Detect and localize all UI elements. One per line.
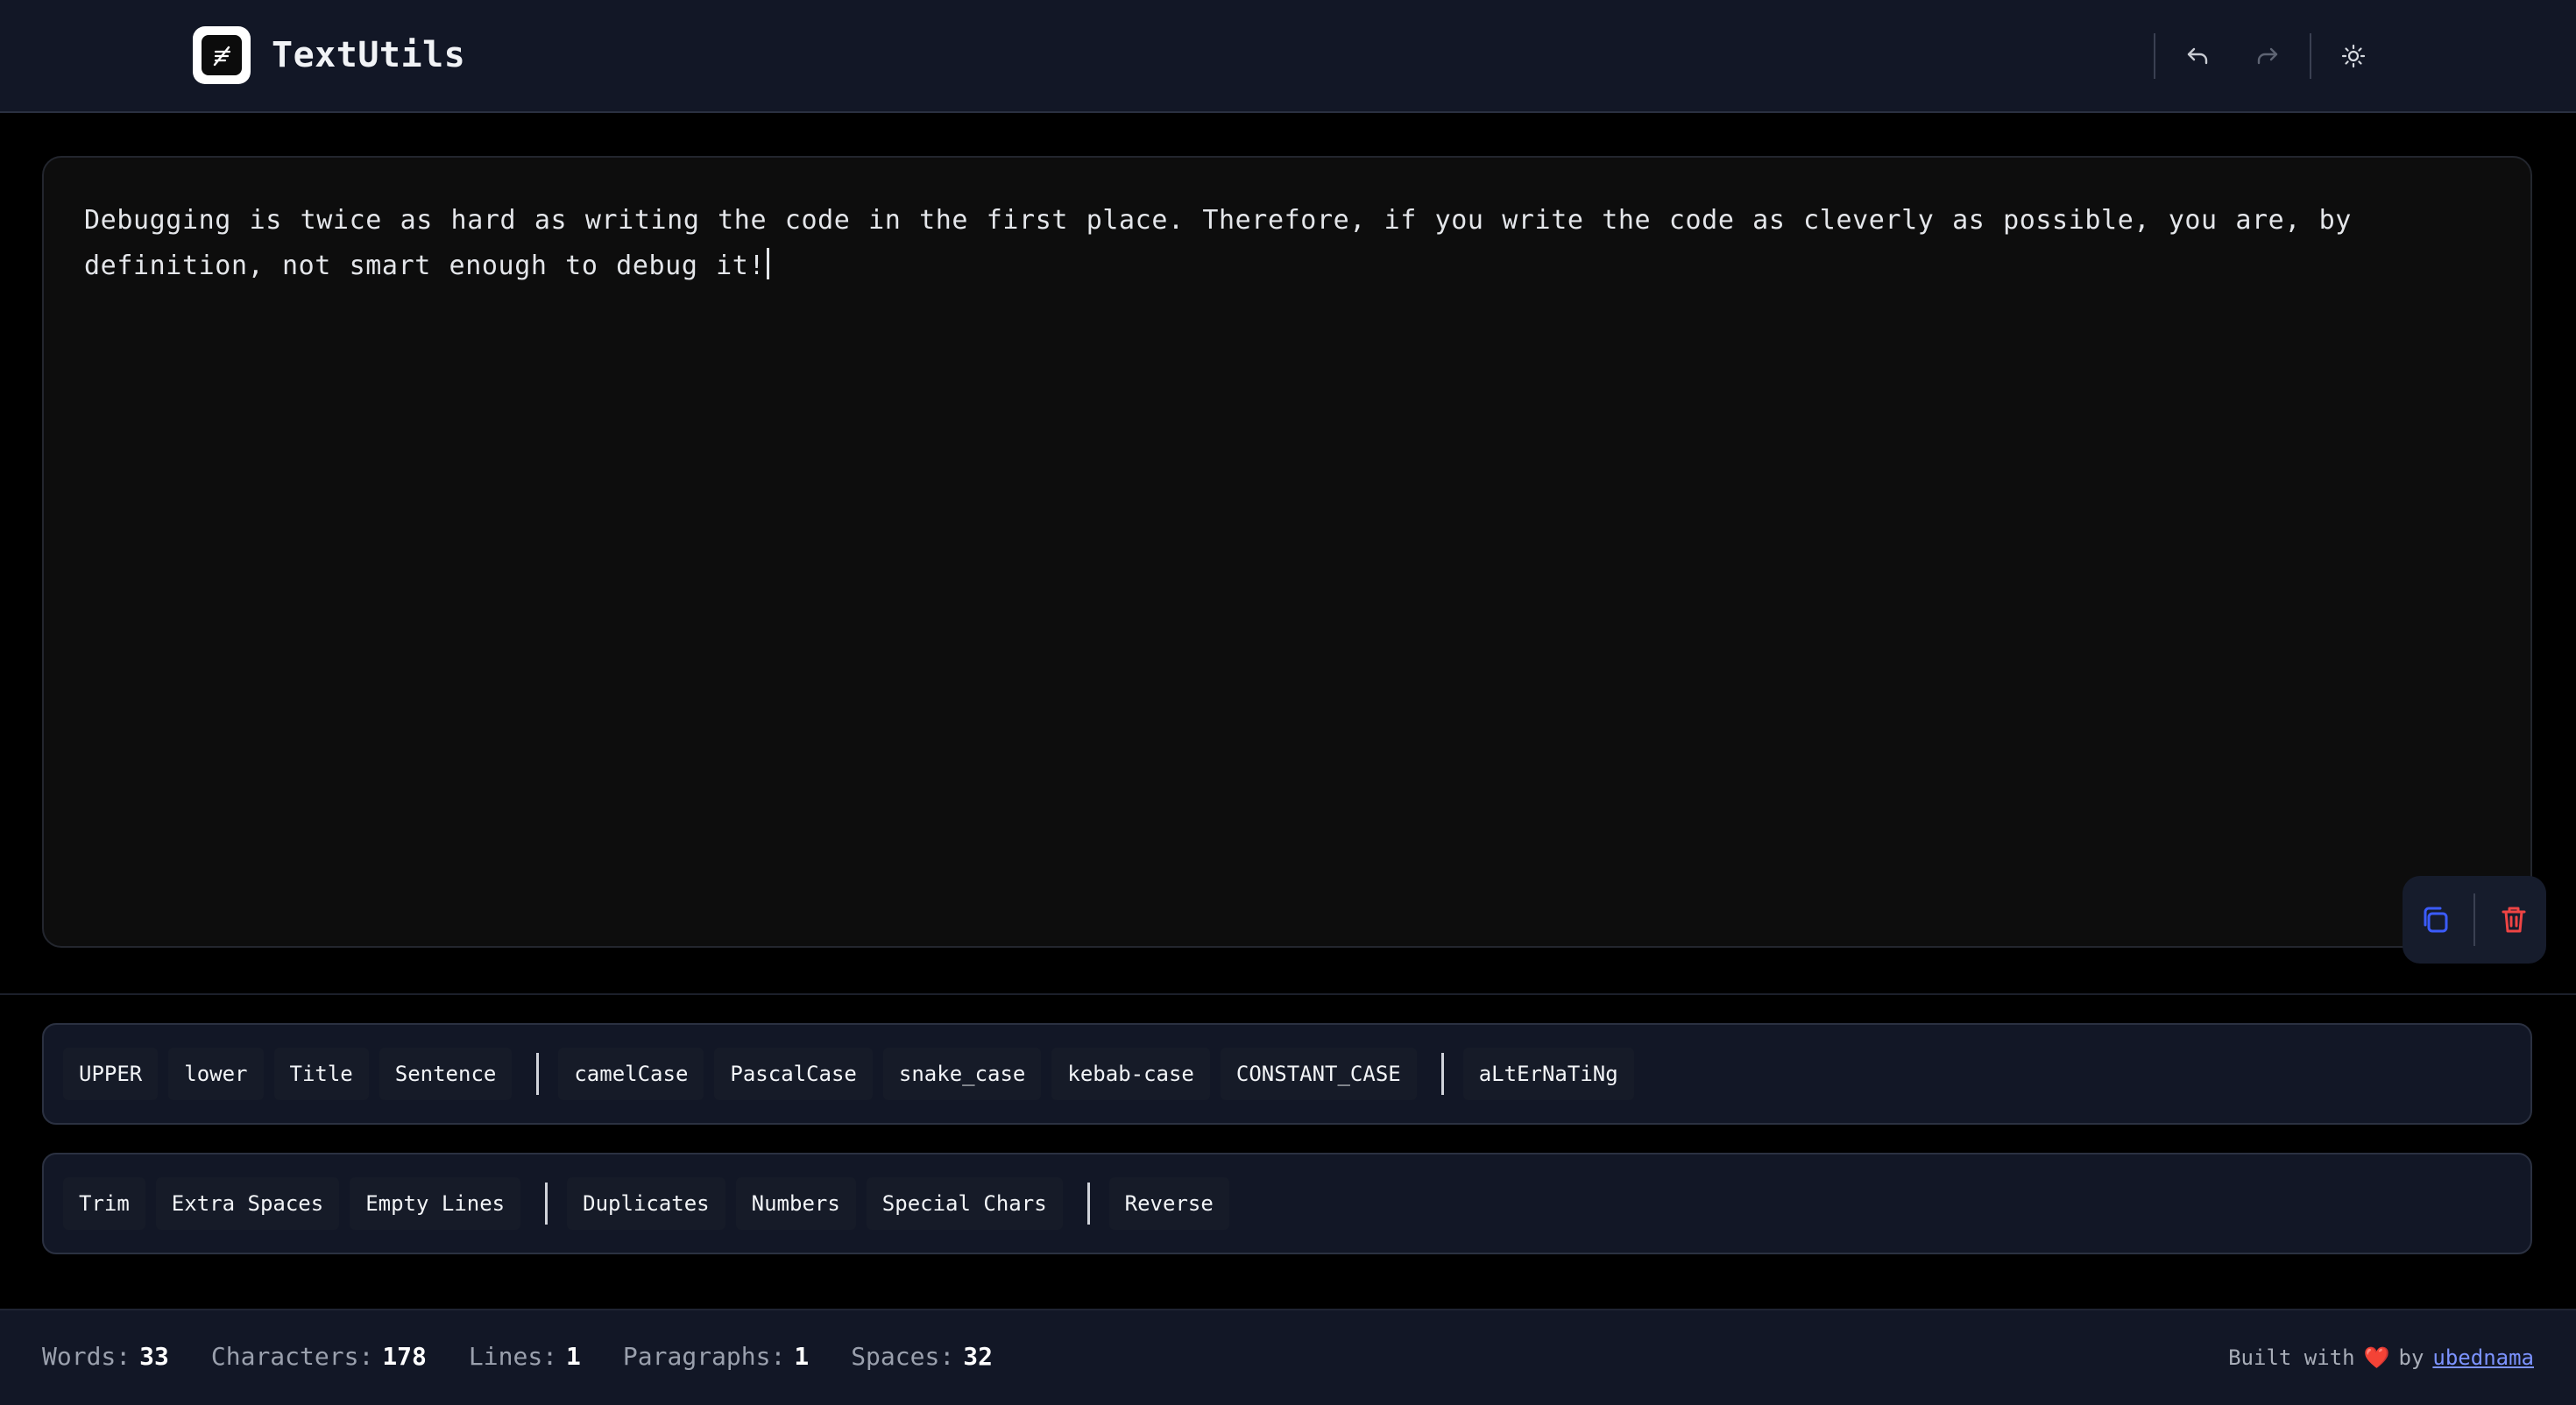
lower-case-button[interactable]: lower xyxy=(168,1048,264,1100)
snake-case-button[interactable]: snake_case xyxy=(882,1048,1042,1100)
stat-value: 178 xyxy=(382,1342,427,1371)
upper-case-button[interactable]: UPPER xyxy=(63,1048,159,1100)
undo-icon xyxy=(2187,47,2208,65)
credit-prefix: Built with xyxy=(2228,1345,2355,1370)
stat-label: Paragraphs: xyxy=(622,1342,786,1371)
stat-paragraphs: Paragraphs: 1 xyxy=(623,1342,809,1371)
credit-by: by xyxy=(2398,1345,2424,1370)
stat-label: Words: xyxy=(42,1342,131,1371)
feather-icon xyxy=(202,35,242,75)
stat-label: Spaces: xyxy=(851,1342,955,1371)
sun-icon xyxy=(2341,44,2366,68)
stat-value: 32 xyxy=(963,1342,993,1371)
redo-icon xyxy=(2257,47,2278,65)
stat-lines: Lines: 1 xyxy=(469,1342,581,1371)
app-logo xyxy=(193,26,251,84)
undo-button[interactable] xyxy=(2176,35,2219,77)
pascal-case-button[interactable]: PascalCase xyxy=(714,1048,873,1100)
clear-button[interactable] xyxy=(2488,893,2540,946)
author-link[interactable]: ubednama xyxy=(2432,1345,2534,1370)
stat-value: 1 xyxy=(566,1342,581,1371)
sentence-case-button[interactable]: Sentence xyxy=(379,1048,513,1100)
stat-characters: Characters: 178 xyxy=(211,1342,427,1371)
heart-icon: ❤️ xyxy=(2363,1345,2390,1370)
reverse-button[interactable]: Reverse xyxy=(1108,1177,1229,1230)
header-divider xyxy=(2310,33,2311,79)
text-caret xyxy=(767,248,770,279)
stat-label: Lines: xyxy=(468,1342,558,1371)
theme-toggle-button[interactable] xyxy=(2332,35,2374,77)
trash-icon xyxy=(2502,907,2526,933)
empty-lines-button[interactable]: Empty Lines xyxy=(350,1177,521,1230)
editor-textarea[interactable]: Debugging is twice as hard as writing th… xyxy=(84,198,2485,289)
app-header: TextUtils xyxy=(0,0,2576,113)
copy-icon xyxy=(2424,907,2448,933)
text-stats: Words: 33 Characters: 178 Lines: 1 Paragrap… xyxy=(42,1342,1035,1371)
text-editor[interactable]: Debugging is twice as hard as writing th… xyxy=(42,156,2532,948)
stat-label: Characters: xyxy=(210,1342,374,1371)
duplicates-button[interactable]: Duplicates xyxy=(567,1177,725,1230)
header-divider xyxy=(2154,33,2155,79)
toolbar-divider xyxy=(536,1053,540,1095)
toolbar-divider xyxy=(1440,1053,1444,1095)
copy-button[interactable] xyxy=(2409,893,2461,946)
editor-actions xyxy=(2403,876,2546,964)
stat-words: Words: 33 xyxy=(42,1342,169,1371)
numbers-button[interactable]: Numbers xyxy=(735,1177,856,1230)
extra-spaces-button[interactable]: Extra Spaces xyxy=(155,1177,340,1230)
constant-case-button[interactable]: CONSTANT_CASE xyxy=(1220,1048,1417,1100)
redo-button[interactable] xyxy=(2247,35,2289,77)
toolbar-divider xyxy=(1086,1183,1090,1225)
stat-value: 33 xyxy=(139,1342,169,1371)
trim-button[interactable]: Trim xyxy=(63,1177,145,1230)
special-chars-button[interactable]: Special Chars xyxy=(866,1177,1063,1230)
editor-content: Debugging is twice as hard as writing th… xyxy=(84,205,2352,281)
section-divider xyxy=(0,993,2576,995)
title-case-button[interactable]: Title xyxy=(273,1048,369,1100)
stat-spaces: Spaces: 32 xyxy=(851,1342,993,1371)
stat-value: 1 xyxy=(794,1342,810,1371)
toolbar-divider xyxy=(545,1183,548,1225)
kebab-case-button[interactable]: kebab-case xyxy=(1051,1048,1210,1100)
clean-toolbar: Trim Extra Spaces Empty Lines Duplicates… xyxy=(42,1153,2532,1254)
app-title: TextUtils xyxy=(272,35,466,75)
case-toolbar: UPPER lower Title Sentence camelCase Pas… xyxy=(42,1023,2532,1125)
status-footer: Words: 33 Characters: 178 Lines: 1 Paragrap… xyxy=(0,1309,2576,1405)
camel-case-button[interactable]: camelCase xyxy=(558,1048,704,1100)
alternating-case-button[interactable]: aLtErNaTiNg xyxy=(1462,1048,1634,1100)
action-divider xyxy=(2473,893,2475,946)
footer-credits: Built with ❤️ by ubednama xyxy=(2228,1345,2534,1370)
